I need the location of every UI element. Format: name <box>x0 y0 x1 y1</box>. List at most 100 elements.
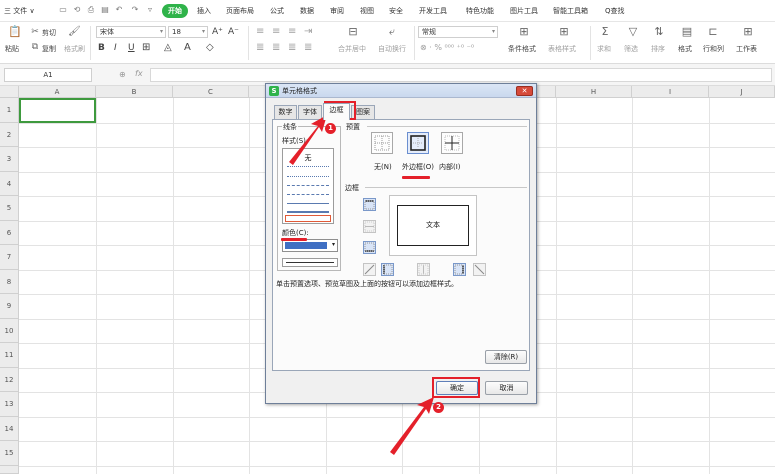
column-header-a[interactable]: A <box>19 86 96 98</box>
name-box[interactable]: A1 <box>4 68 92 82</box>
border-middle-button[interactable] <box>363 220 376 233</box>
style-option-dashed[interactable] <box>287 194 329 195</box>
table-style-icon[interactable]: ⊞ <box>556 26 572 38</box>
tab-number[interactable]: 数字 <box>274 105 297 119</box>
sheet-icon[interactable]: ⊞ <box>741 26 755 38</box>
zoom-icon[interactable]: ⊕ <box>119 70 126 79</box>
select-all-corner[interactable] <box>0 86 19 98</box>
merge-icon[interactable]: ⊟ <box>345 26 361 38</box>
paste-icon[interactable]: 📋 <box>8 26 22 38</box>
style-option-dash-dot[interactable] <box>287 185 329 186</box>
font-color-icon[interactable]: A <box>184 42 191 53</box>
style-option-medium[interactable] <box>287 211 329 213</box>
sum-button[interactable]: 求和 <box>597 44 611 54</box>
menu-tab-smart-toolbox[interactable]: 智能工具箱 <box>553 6 588 16</box>
border-right-button[interactable] <box>453 263 466 276</box>
format-painter-button[interactable]: 格式刷 <box>64 44 85 54</box>
tab-border[interactable]: 边框 <box>323 103 350 120</box>
border-left-button[interactable] <box>381 263 394 276</box>
border-top-button[interactable] <box>363 198 376 211</box>
decrease-font-icon[interactable]: A⁻ <box>228 27 239 37</box>
number-format-combo[interactable]: 常规 ▾ <box>418 26 498 38</box>
align-left-icon[interactable]: ≣ <box>256 42 264 53</box>
preset-none-button[interactable] <box>371 132 393 154</box>
menu-tab-home[interactable]: 开始 <box>162 4 188 18</box>
border-diagonal-up-button[interactable] <box>363 263 376 276</box>
table-style-button[interactable]: 表格样式 <box>548 44 576 54</box>
clear-format-icon[interactable]: ◇ <box>206 42 214 53</box>
column-header-b[interactable]: B <box>96 86 173 98</box>
border-bottom-button[interactable] <box>363 241 376 254</box>
cut-button[interactable]: 剪切 <box>42 28 56 38</box>
menu-search[interactable]: Q查找 <box>605 6 625 16</box>
format-painter-icon[interactable]: 🖌 <box>68 26 81 38</box>
row-header-6[interactable]: 6 <box>0 221 19 245</box>
row-header-3[interactable]: 3 <box>0 147 19 172</box>
copy-icon[interactable]: ⧉ <box>30 41 40 53</box>
menu-tab-view[interactable]: 视图 <box>360 6 374 16</box>
copy-button[interactable]: 复制 <box>42 44 56 54</box>
align-middle-icon[interactable]: ≡ <box>272 26 280 37</box>
bold-icon[interactable]: B <box>98 43 105 53</box>
style-option-thin[interactable] <box>287 203 329 204</box>
preset-inside-label[interactable]: 内部(I) <box>439 162 461 172</box>
font-size-combo[interactable]: 18 ▾ <box>168 26 208 38</box>
style-option-selected[interactable] <box>285 215 331 222</box>
formula-input[interactable] <box>150 68 772 82</box>
cancel-button[interactable]: 取消 <box>485 381 528 395</box>
row-header-15[interactable]: 15 <box>0 441 19 466</box>
save-icon[interactable]: ▭ <box>58 5 68 15</box>
sheet-button[interactable]: 工作表 <box>736 44 757 54</box>
column-header-i[interactable]: I <box>632 86 709 98</box>
preset-inside-button[interactable] <box>441 132 463 154</box>
redo-icon[interactable]: ↷ <box>130 5 140 15</box>
menu-tab-security[interactable]: 安全 <box>389 6 403 16</box>
file-menu[interactable]: 三 文件 ∨ <box>4 6 35 16</box>
print-preview-icon[interactable]: ▤ <box>100 5 110 15</box>
column-header-h[interactable]: H <box>556 86 632 98</box>
wrap-icon[interactable]: ⤶ <box>384 26 400 38</box>
align-center-icon[interactable]: ≣ <box>272 42 280 53</box>
row-col-button[interactable]: 行和列 <box>703 44 724 54</box>
format-icon[interactable]: ▤ <box>680 26 694 38</box>
filter-icon[interactable]: ▽ <box>626 26 640 38</box>
row-header-13[interactable]: 13 <box>0 392 19 417</box>
menu-tab-data[interactable]: 数据 <box>300 6 314 16</box>
justify-icon[interactable]: ≣ <box>304 42 312 53</box>
menu-tab-developer[interactable]: 开发工具 <box>419 6 447 16</box>
column-header-j[interactable]: J <box>709 86 775 98</box>
align-bottom-icon[interactable]: ≡ <box>288 26 296 37</box>
wrap-button[interactable]: 自动换行 <box>378 44 406 54</box>
fill-color-icon[interactable]: ◬ <box>164 42 172 53</box>
row-col-icon[interactable]: ⊏ <box>706 26 720 38</box>
border-icon[interactable]: ⊞ <box>142 42 150 53</box>
style-option-dotted-2[interactable] <box>287 176 329 177</box>
preset-none-label[interactable]: 无(N) <box>374 162 392 172</box>
row-header-12[interactable]: 12 <box>0 368 19 392</box>
filter-button[interactable]: 筛选 <box>624 44 638 54</box>
row-header-7[interactable]: 7 <box>0 245 19 270</box>
scissors-icon[interactable]: ✂ <box>30 26 40 38</box>
row-header-2[interactable]: 2 <box>0 123 19 147</box>
menu-tab-formula[interactable]: 公式 <box>270 6 284 16</box>
underline-icon[interactable]: U <box>128 43 135 53</box>
preset-outline-button[interactable] <box>407 132 429 154</box>
row-header-10[interactable]: 10 <box>0 319 19 343</box>
sum-icon[interactable]: Σ <box>598 26 612 38</box>
row-header-5[interactable]: 5 <box>0 196 19 221</box>
undo-icon[interactable]: ↶ <box>114 5 124 15</box>
border-diagonal-down-button[interactable] <box>473 263 486 276</box>
conditional-format-button[interactable]: 条件格式 <box>508 44 536 54</box>
print-icon[interactable]: ⎙ <box>86 5 96 15</box>
preset-outline-label[interactable]: 外边框(O) <box>402 162 434 172</box>
fx-icon[interactable]: fx <box>135 69 143 78</box>
border-preview[interactable]: 文本 <box>389 195 477 256</box>
align-right-icon[interactable]: ≣ <box>288 42 296 53</box>
align-top-icon[interactable]: ≡ <box>256 26 264 37</box>
clear-button[interactable]: 清除(R) <box>485 350 527 364</box>
row-header-9[interactable]: 9 <box>0 294 19 319</box>
format-button[interactable]: 格式 <box>678 44 692 54</box>
increase-font-icon[interactable]: A⁺ <box>212 27 223 37</box>
style-option-none[interactable]: 无 <box>283 153 333 163</box>
sort-button[interactable]: 排序 <box>651 44 665 54</box>
